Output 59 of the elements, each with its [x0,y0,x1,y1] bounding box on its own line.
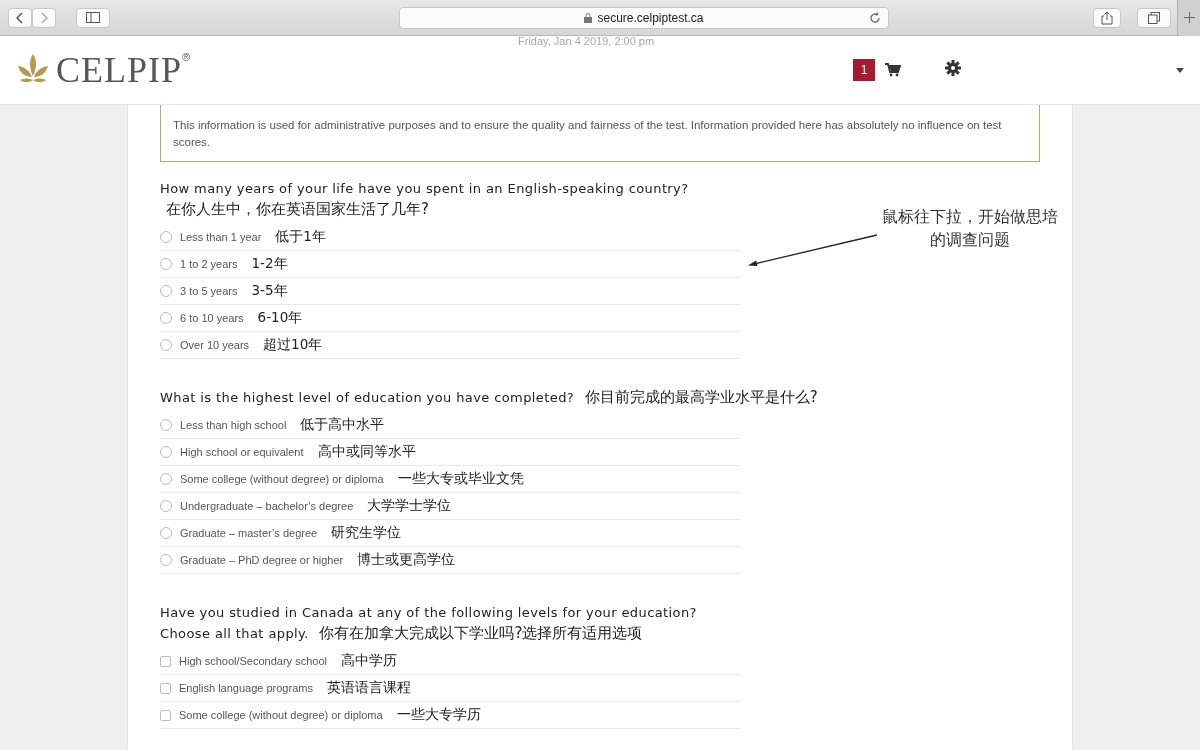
question-text: What is the highest level of education you have completed? 你目前完成的最高学业水平是什么? [160,387,819,408]
option-translation: 1-2年 [251,255,288,273]
option-label: 6 to 10 years [180,312,244,324]
option-label: English language programs [179,682,313,694]
option-translation: 一些大专或毕业文凭 [397,470,524,488]
option-translation: 低于1年 [275,228,326,246]
option-label: Graduate – PhD degree or higher [180,554,344,566]
option-label: High school/Secondary school [179,655,327,667]
forward-button[interactable] [32,7,56,28]
reload-icon[interactable] [868,10,882,25]
share-button[interactable] [1093,7,1121,28]
share-icon [1101,10,1113,25]
option-translation: 博士或更高学位 [357,551,456,569]
cart-count-badge: 1 [853,59,875,81]
question-text: How many years of your life have you spent in an English-speaking country? 在你人生中，你在英语国家生活了几年? [160,180,690,220]
registered-mark: ® [182,51,192,63]
back-button[interactable] [8,7,32,28]
option-label: Less than high school [180,419,287,431]
plus-icon [1183,12,1195,23]
option-translation: 研究生学位 [331,524,402,542]
option-label: Some college (without degree) or diploma [179,709,383,721]
info-notice: This information is used for administrative purposes and to ensure the quality and fairness of the test. Information provided here has absolutely no influence on test scores. [160,105,1040,162]
option-translation: 大学学士学位 [367,497,452,515]
annotation-text: 鼠标往下拉，开始做思培的调查问题 [881,206,1059,251]
option-label: Graduate – master’s degree [180,527,318,539]
url-text: secure.celpiptest.ca [597,10,704,25]
option-label: Over 10 years [180,339,250,351]
option-translation: 一些大专学历 [396,706,481,724]
option-translation: 低于高中水平 [300,416,385,434]
option-label: High school or equivalent [180,446,304,458]
new-tab-button[interactable] [1177,0,1200,36]
dropdown-caret-icon[interactable] [1176,67,1184,73]
option-label: Some college (without degree) or diploma [180,473,384,485]
option-label: 1 to 2 years [180,258,238,270]
option-translation: 高中或同等水平 [317,443,416,461]
back-icon [16,11,24,24]
forward-icon [40,11,48,24]
lock-icon [584,12,593,23]
option-label: Undergraduate – bachelor’s degree [180,500,354,512]
address-bar[interactable]: secure.celpiptest.ca [399,6,889,29]
settings-icon[interactable] [945,60,961,76]
logo-text: CELPIP [56,49,183,91]
option-translation: 6-10年 [257,309,303,327]
tabs-icon [1148,11,1160,24]
date-text: Friday, Jan 4 2019, 2:00 pm [518,35,655,47]
sidebar-icon [86,12,100,23]
option-translation: 英语语言课程 [326,679,411,697]
sidebar-button[interactable] [76,7,110,28]
checkbox[interactable] [160,682,171,694]
tabs-button[interactable] [1137,7,1171,28]
option-translation: 高中学历 [341,652,397,670]
option-translation: 超过10年 [263,336,323,354]
option-label: Less than 1 year [180,231,262,243]
question-text: Have you studied in Canada at any of the following levels for your education? Choose all that apply. 你有在加拿大完成以下学业吗?选择所有适用选项 [160,604,698,644]
option-label: 3 to 5 years [180,285,238,297]
cart-icon[interactable] [885,63,901,77]
option-translation: 3-5年 [251,282,288,300]
checkbox[interactable] [160,655,171,667]
checkbox[interactable] [160,709,171,721]
